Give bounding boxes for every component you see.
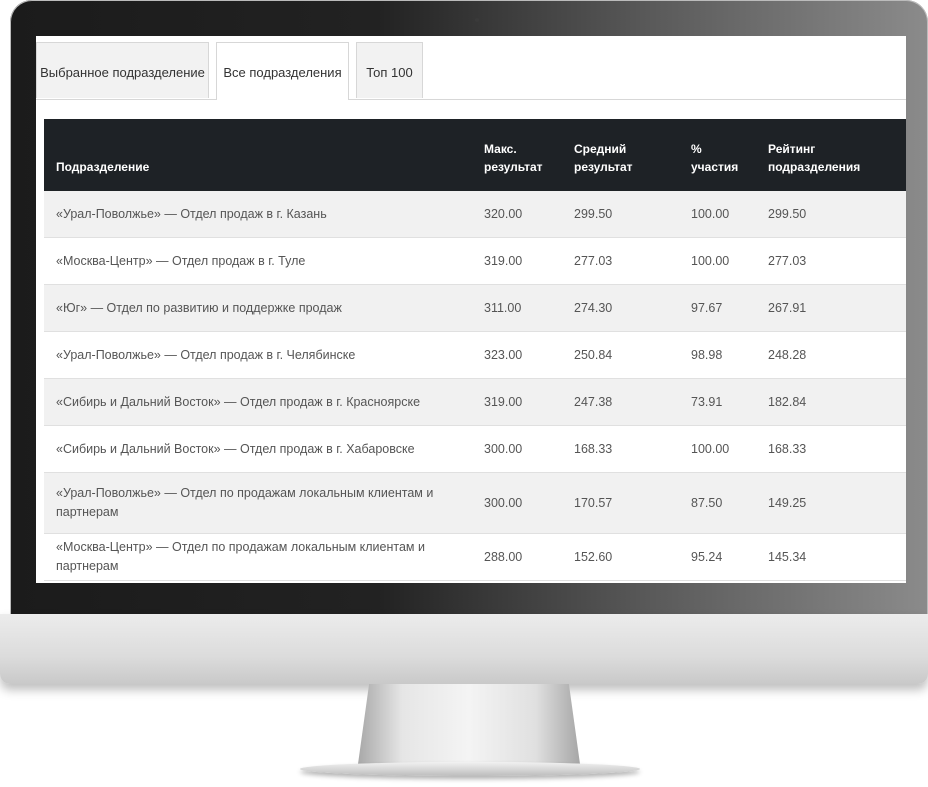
column-header-avg-result[interactable]: Средний результат (564, 119, 681, 191)
column-header-label: Средний (574, 142, 627, 156)
table-row: «Урал-Поволжье» — Отдел продаж в г. Челя… (44, 331, 906, 379)
cell-max-result: 311.00 (474, 284, 564, 332)
column-header-max-result[interactable]: Макс. результат (474, 119, 564, 191)
cell-avg-result: 168.33 (564, 425, 681, 473)
monitor-stand (358, 684, 580, 764)
cell-rating: 182.84 (758, 378, 906, 426)
cell-division: «Урал-Поволжье» — Отдел продаж в г. Челя… (44, 331, 474, 379)
monitor-base (300, 762, 640, 776)
cell-avg-result: 152.60 (564, 533, 681, 581)
cell-division: «Урал-Поволжье» — Отдел по продажам лока… (44, 472, 474, 534)
cell-division: «Сибирь и Дальний Восток» — Отдел продаж… (44, 425, 474, 473)
cell-participation: 95.24 (681, 533, 758, 581)
table-row: «Москва-Центр» — Отдел продаж в г. Туле … (44, 237, 906, 285)
camera-dot (475, 18, 479, 22)
cell-participation: 98.98 (681, 331, 758, 379)
column-header-label: Макс. (484, 142, 517, 156)
cell-rating: 299.50 (758, 191, 906, 238)
cell-avg-result: 170.57 (564, 472, 681, 534)
cell-avg-result: 274.30 (564, 284, 681, 332)
column-header-label: Рейтинг (768, 142, 816, 156)
cell-max-result: 288.00 (474, 533, 564, 581)
column-header-rating[interactable]: Рейтинг подразделения (758, 119, 906, 191)
column-header-label: результат (574, 160, 633, 174)
table-row: «Юг» — Отдел по развитию и поддержке про… (44, 284, 906, 332)
table-row: «Урал-Поволжье» — Отдел по продажам лока… (44, 472, 906, 534)
table-header-row: Подразделение Макс. результат Средний резу… (44, 119, 906, 191)
column-header-label: Подразделение (56, 160, 150, 174)
tab-top-100[interactable]: Топ 100 (356, 42, 423, 98)
cell-division: «Урал-Поволжье» — Отдел продаж в г. Каза… (44, 191, 474, 238)
divisions-table-wrap: Подразделение Макс. результат Средний резу… (44, 119, 906, 581)
table-row: «Сибирь и Дальний Восток» — Отдел продаж… (44, 378, 906, 426)
screen: Выбранное подразделение Все подразделени… (36, 36, 906, 583)
column-header-participation[interactable]: % участия (681, 119, 758, 191)
cell-division: «Москва-Центр» — Отдел по продажам локал… (44, 533, 474, 581)
cell-rating: 277.03 (758, 237, 906, 285)
cell-max-result: 320.00 (474, 191, 564, 238)
table-row: «Москва-Центр» — Отдел по продажам локал… (44, 533, 906, 581)
cell-division: «Юг» — Отдел по развитию и поддержке про… (44, 284, 474, 332)
tab-selected-division[interactable]: Выбранное подразделение (36, 42, 209, 98)
cell-participation: 100.00 (681, 425, 758, 473)
column-header-label: % (691, 142, 702, 156)
cell-avg-result: 299.50 (564, 191, 681, 238)
cell-rating: 248.28 (758, 331, 906, 379)
cell-avg-result: 250.84 (564, 331, 681, 379)
monitor-chin (0, 614, 928, 684)
table-row: «Урал-Поволжье» — Отдел продаж в г. Каза… (44, 191, 906, 238)
cell-rating: 168.33 (758, 425, 906, 473)
cell-rating: 145.34 (758, 533, 906, 581)
column-header-label: участия (691, 160, 739, 174)
cell-avg-result: 277.03 (564, 237, 681, 285)
cell-rating: 267.91 (758, 284, 906, 332)
cell-participation: 100.00 (681, 191, 758, 238)
cell-division: «Сибирь и Дальний Восток» — Отдел продаж… (44, 378, 474, 426)
cell-max-result: 300.00 (474, 472, 564, 534)
cell-max-result: 300.00 (474, 425, 564, 473)
cell-participation: 97.67 (681, 284, 758, 332)
cell-avg-result: 247.38 (564, 378, 681, 426)
tab-bar: Выбранное подразделение Все подразделени… (36, 42, 906, 100)
cell-division: «Москва-Центр» — Отдел продаж в г. Туле (44, 237, 474, 285)
column-header-label: результат (484, 160, 543, 174)
table-row: «Сибирь и Дальний Восток» — Отдел продаж… (44, 425, 906, 473)
cell-rating: 149.25 (758, 472, 906, 534)
column-header-division[interactable]: Подразделение (44, 119, 474, 191)
cell-participation: 87.50 (681, 472, 758, 534)
cell-participation: 100.00 (681, 237, 758, 285)
cell-max-result: 323.00 (474, 331, 564, 379)
column-header-label: подразделения (768, 160, 861, 174)
cell-participation: 73.91 (681, 378, 758, 426)
divisions-table: Подразделение Макс. результат Средний резу… (44, 119, 906, 581)
cell-max-result: 319.00 (474, 378, 564, 426)
cell-max-result: 319.00 (474, 237, 564, 285)
tab-all-divisions[interactable]: Все подразделения (216, 42, 349, 100)
